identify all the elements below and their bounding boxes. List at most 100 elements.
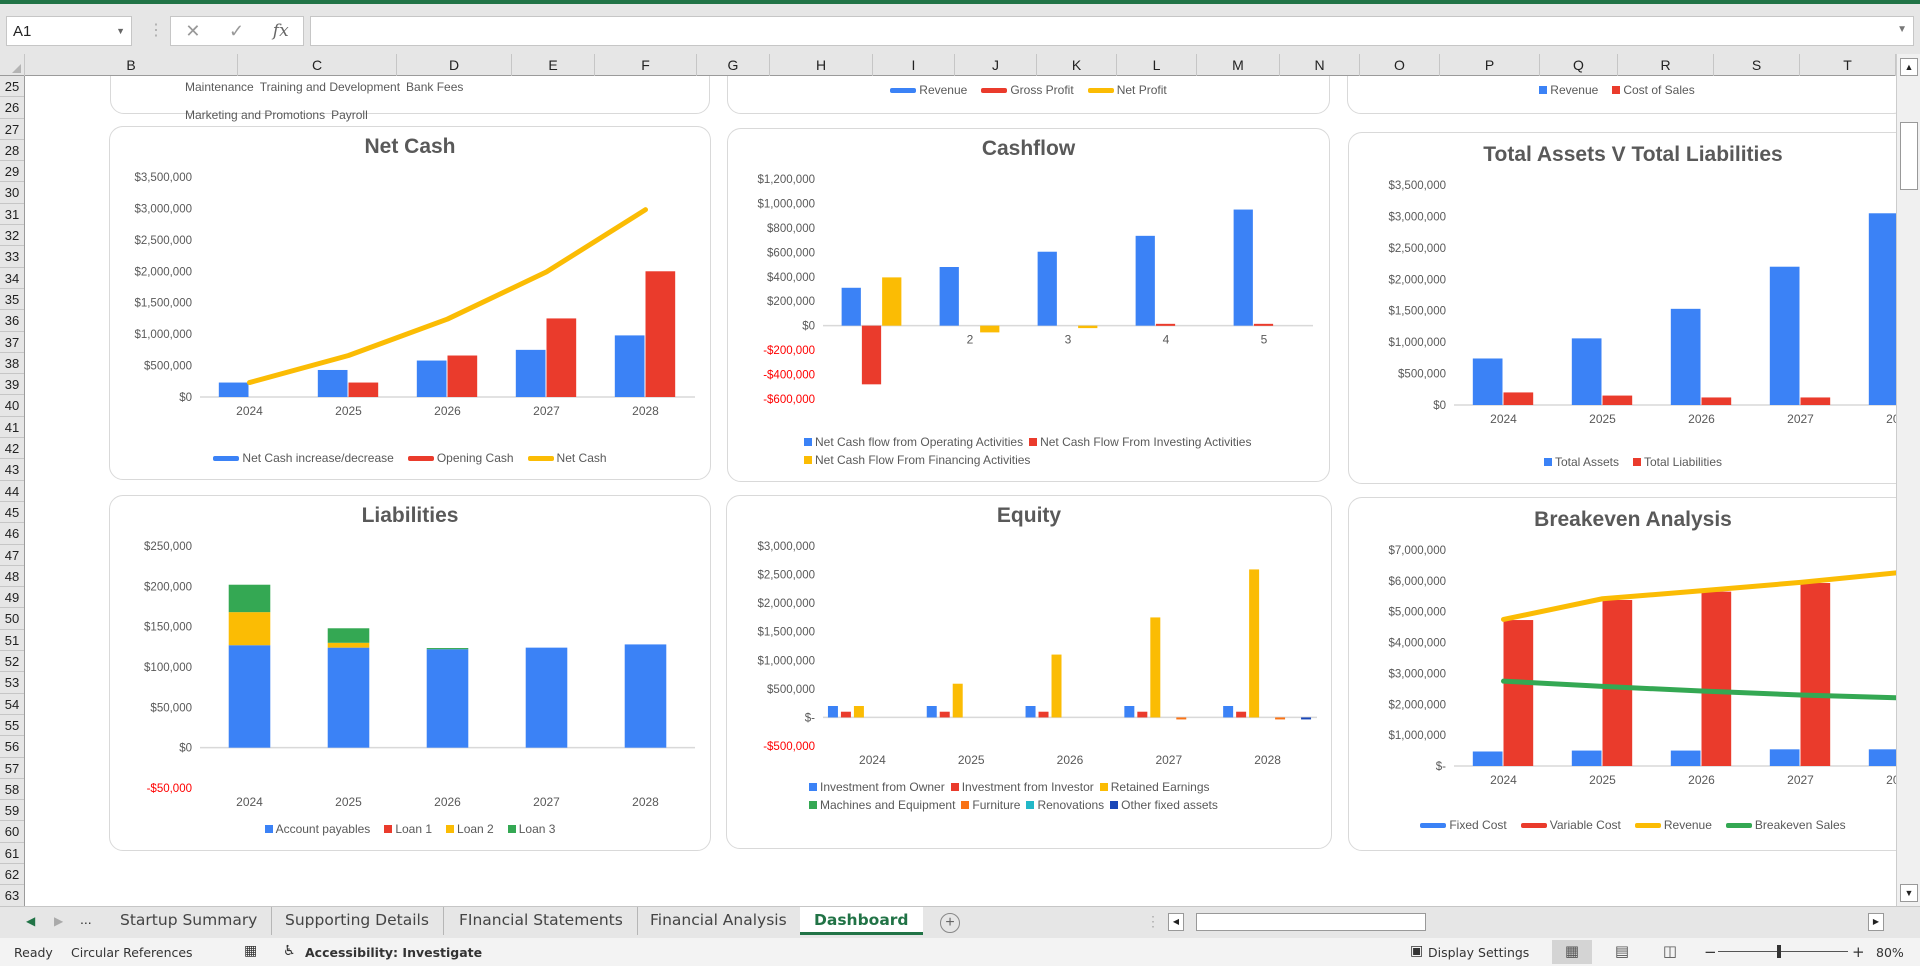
page-layout-view-icon[interactable]: ▤ (1602, 940, 1642, 964)
sheet-tab-financial-statements[interactable]: FInancial Statements (445, 907, 638, 935)
next-sheet-icon[interactable]: ▶ (54, 914, 63, 928)
scroll-right-icon[interactable]: ▶ (1868, 913, 1884, 931)
row-header-52[interactable]: 52 (0, 651, 24, 673)
macro-recording-icon[interactable]: ▦ (244, 943, 257, 959)
column-header-f[interactable]: F (595, 54, 697, 76)
breakeven-chart[interactable]: Breakeven Analysis $- $1,000,000 $2,000,000… (1348, 497, 1896, 851)
zoom-in-button[interactable]: + (1852, 943, 1865, 961)
row-header-60[interactable]: 60 (0, 821, 24, 843)
row-header-34[interactable]: 34 (0, 268, 24, 289)
zoom-slider-knob[interactable] (1776, 945, 1781, 958)
liabilities-chart[interactable]: Liabilities -$50,000 $0 $50,000 $100,000 $150… (109, 495, 711, 851)
column-header-c[interactable]: C (238, 54, 397, 76)
row-header-39[interactable]: 39 (0, 374, 24, 396)
column-header-n[interactable]: N (1280, 54, 1360, 76)
worksheet-grid[interactable]: Maintenance Training and Development Bank … (26, 76, 1896, 906)
formula-input[interactable]: ▼ (310, 16, 1914, 46)
row-header-38[interactable]: 38 (0, 353, 24, 375)
profit-chart-card-partial[interactable]: Revenue Gross Profit Net Profit (727, 76, 1330, 114)
column-header-h[interactable]: H (770, 54, 873, 76)
row-header-37[interactable]: 37 (0, 332, 24, 353)
row-header-56[interactable]: 56 (0, 736, 24, 758)
column-header-e[interactable]: E (512, 54, 595, 76)
zoom-level[interactable]: 80% (1876, 945, 1904, 960)
row-header-47[interactable]: 47 (0, 545, 24, 566)
name-box[interactable]: A1 ▼ (6, 16, 132, 46)
row-header-61[interactable]: 61 (0, 843, 24, 864)
row-header-54[interactable]: 54 (0, 694, 24, 715)
row-header-57[interactable]: 57 (0, 758, 24, 779)
circular-references[interactable]: Circular References (71, 945, 193, 960)
sheet-tab-startup-summary[interactable]: Startup Summary (106, 907, 273, 935)
row-header-33[interactable]: 33 (0, 246, 24, 268)
row-header-32[interactable]: 32 (0, 225, 24, 247)
accessibility-status[interactable]: Accessibility: Investigate (305, 945, 482, 960)
column-header-d[interactable]: D (397, 54, 512, 76)
scroll-down-icon[interactable]: ▼ (1900, 884, 1918, 902)
row-header-51[interactable]: 51 (0, 630, 24, 652)
column-header-j[interactable]: J (955, 54, 1037, 76)
sheet-tab-financial-analysis[interactable]: Financial Analysis (636, 907, 802, 935)
enter-icon[interactable]: ✓ (229, 21, 244, 42)
vertical-scrollbar[interactable]: ▲ ▼ (1896, 54, 1920, 906)
horizontal-scroll-thumb[interactable] (1196, 913, 1426, 931)
column-header-o[interactable]: O (1360, 54, 1440, 76)
display-settings-button[interactable]: Display Settings (1428, 945, 1529, 960)
row-header-58[interactable]: 58 (0, 779, 24, 801)
column-header-k[interactable]: K (1037, 54, 1117, 76)
column-header-g[interactable]: G (697, 54, 770, 76)
row-header-53[interactable]: 53 (0, 672, 24, 694)
scroll-left-icon[interactable]: ◀ (1168, 913, 1184, 931)
row-header-45[interactable]: 45 (0, 502, 24, 524)
assets-liabilities-chart[interactable]: Total Assets V Total Liabilities $0 $500,0… (1348, 132, 1896, 484)
row-header-43[interactable]: 43 (0, 459, 24, 481)
row-header-63[interactable]: 63 (0, 885, 24, 906)
equity-chart[interactable]: Equity -$500,000 $- $500,000 $1,000,000 $1,50… (726, 495, 1332, 849)
column-header-q[interactable]: Q (1540, 54, 1618, 76)
more-sheets-button[interactable]: ... (80, 911, 92, 927)
drag-handle-icon[interactable]: ⋮ (148, 20, 164, 40)
row-header-31[interactable]: 31 (0, 204, 24, 226)
zoom-out-button[interactable]: − (1704, 943, 1717, 961)
column-header-i[interactable]: I (873, 54, 955, 76)
row-header-30[interactable]: 30 (0, 182, 24, 204)
column-header-l[interactable]: L (1117, 54, 1197, 76)
row-header-44[interactable]: 44 (0, 481, 24, 502)
zoom-slider[interactable] (1718, 945, 1848, 958)
sheet-tab-supporting-details[interactable]: Supporting Details (271, 907, 444, 935)
row-header-55[interactable]: 55 (0, 715, 24, 737)
column-header-r[interactable]: R (1618, 54, 1714, 76)
row-header-46[interactable]: 46 (0, 523, 24, 545)
row-header-59[interactable]: 59 (0, 800, 24, 822)
row-header-42[interactable]: 42 (0, 438, 24, 460)
page-break-view-icon[interactable]: ◫ (1650, 940, 1690, 964)
row-header-48[interactable]: 48 (0, 566, 24, 588)
row-header-35[interactable]: 35 (0, 289, 24, 311)
expand-formula-icon[interactable]: ▼ (1897, 24, 1907, 35)
row-header-49[interactable]: 49 (0, 587, 24, 609)
cashflow-chart[interactable]: Cashflow -$600,000 -$400,000 -$200,000 $0 $20… (727, 128, 1330, 482)
select-all-button[interactable] (0, 54, 25, 76)
net-cash-chart[interactable]: Net Cash $0 $500,000 $1,000,000 $1,500,000 $2… (109, 126, 711, 480)
row-header-62[interactable]: 62 (0, 864, 24, 886)
row-header-41[interactable]: 41 (0, 417, 24, 439)
column-header-p[interactable]: P (1440, 54, 1540, 76)
row-header-29[interactable]: 29 (0, 161, 24, 183)
add-sheet-button[interactable]: + (940, 913, 960, 933)
row-header-40[interactable]: 40 (0, 395, 24, 417)
insert-function-icon[interactable]: fx (273, 21, 289, 41)
vertical-scroll-thumb[interactable] (1900, 122, 1918, 190)
row-header-28[interactable]: 28 (0, 140, 24, 162)
row-header-26[interactable]: 26 (0, 97, 24, 119)
chevron-down-icon[interactable]: ▼ (116, 26, 125, 36)
row-header-50[interactable]: 50 (0, 608, 24, 630)
column-header-b[interactable]: B (25, 54, 238, 76)
horizontal-scrollbar[interactable]: ◀ ▶ (1168, 913, 1884, 931)
normal-view-icon[interactable]: ▦ (1552, 940, 1592, 964)
column-header-t[interactable]: T (1800, 54, 1896, 76)
sheet-tab-dashboard[interactable]: Dashboard (800, 907, 923, 935)
row-header-27[interactable]: 27 (0, 119, 24, 140)
column-header-m[interactable]: M (1197, 54, 1280, 76)
column-header-s[interactable]: S (1714, 54, 1800, 76)
row-header-36[interactable]: 36 (0, 310, 24, 332)
